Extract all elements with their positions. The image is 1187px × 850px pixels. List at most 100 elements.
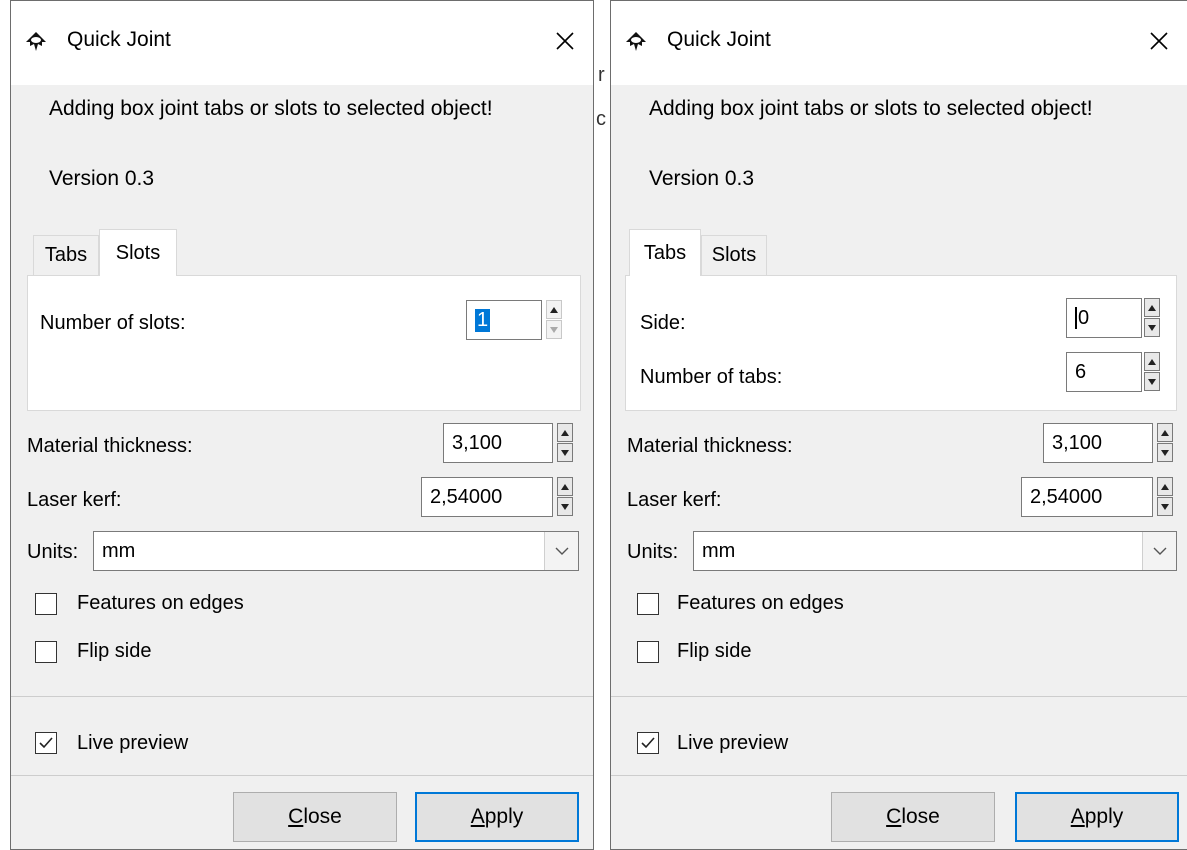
down-arrow-icon <box>1148 325 1156 331</box>
close-button[interactable]: Close <box>831 792 995 842</box>
units-select[interactable]: mm <box>93 531 579 571</box>
side-label: Side: <box>640 312 686 334</box>
close-window-icon[interactable] <box>545 19 585 63</box>
close-window-icon[interactable] <box>1139 19 1179 63</box>
separator <box>611 775 1187 776</box>
side-spinner[interactable] <box>1144 298 1160 338</box>
flip-side-label: Flip side <box>677 640 752 662</box>
down-arrow-icon <box>561 504 569 510</box>
apply-button[interactable]: Apply <box>415 792 579 842</box>
number-of-tabs-input[interactable]: 6 <box>1066 352 1142 392</box>
chevron-down-icon[interactable] <box>544 532 578 570</box>
spin-up-button[interactable] <box>546 300 562 319</box>
inkscape-icon <box>25 31 47 53</box>
spin-up-button[interactable] <box>1157 477 1173 496</box>
material-thickness-spinner[interactable] <box>1157 423 1173 463</box>
laser-kerf-spinner[interactable] <box>1157 477 1173 517</box>
material-thickness-input[interactable]: 3,100 <box>1043 423 1153 463</box>
down-arrow-icon <box>561 450 569 456</box>
apply-button[interactable]: Apply <box>1015 792 1179 842</box>
material-thickness-label: Material thickness: <box>27 435 193 457</box>
tab-label: Tabs <box>44 244 88 266</box>
description-text: Adding box joint tabs or slots to select… <box>49 97 493 120</box>
spin-down-button[interactable] <box>557 497 573 516</box>
version-text: Version 0.3 <box>649 167 755 190</box>
laser-kerf-input[interactable]: 2,54000 <box>1021 477 1153 517</box>
laser-kerf-spinner[interactable] <box>557 477 573 517</box>
spin-down-button[interactable] <box>557 443 573 462</box>
material-thickness-input[interactable]: 3,100 <box>443 423 553 463</box>
spin-down-button[interactable] <box>1144 318 1160 337</box>
flip-side-checkbox[interactable] <box>637 641 659 663</box>
separator <box>611 696 1187 697</box>
spin-down-button[interactable] <box>1157 497 1173 516</box>
flip-side-checkbox[interactable] <box>35 641 57 663</box>
spin-up-button[interactable] <box>1144 298 1160 317</box>
number-of-tabs-label: Number of tabs: <box>640 366 783 388</box>
inkscape-icon <box>625 31 647 53</box>
window-title: Quick Joint <box>667 28 771 51</box>
spin-up-button[interactable] <box>557 477 573 496</box>
down-arrow-icon <box>550 327 558 333</box>
text-cursor <box>1075 307 1077 329</box>
tab-slots[interactable]: Slots <box>701 235 767 275</box>
up-arrow-icon <box>1161 484 1169 490</box>
spin-up-button[interactable] <box>557 423 573 442</box>
tab-label: Tabs <box>643 241 687 264</box>
live-preview-label: Live preview <box>77 732 189 754</box>
spin-up-button[interactable] <box>1157 423 1173 442</box>
close-button[interactable]: Close <box>233 792 397 842</box>
description-text: Adding box joint tabs or slots to select… <box>649 97 1093 120</box>
chevron-down-icon[interactable] <box>1142 532 1176 570</box>
features-on-edges-checkbox[interactable] <box>637 593 659 615</box>
units-value: mm <box>702 539 736 562</box>
number-of-slots-input[interactable]: 1 <box>466 300 542 340</box>
units-select[interactable]: mm <box>693 531 1177 571</box>
up-arrow-icon <box>550 307 558 313</box>
features-on-edges-label: Features on edges <box>677 592 844 614</box>
field-value: 0 <box>1078 306 1090 329</box>
version-text: Version 0.3 <box>49 167 155 190</box>
features-on-edges-checkbox[interactable] <box>35 593 57 615</box>
background-fragment-c: c <box>596 108 606 130</box>
apply-button-label: pply <box>484 805 524 828</box>
checkmark-icon <box>39 737 53 749</box>
close-mnemonic: C <box>288 805 304 828</box>
tab-slots[interactable]: Slots <box>99 229 177 276</box>
live-preview-checkbox[interactable] <box>637 732 659 754</box>
spin-down-button[interactable] <box>1157 443 1173 462</box>
material-thickness-label: Material thickness: <box>627 435 793 457</box>
spin-down-button[interactable] <box>546 320 562 339</box>
live-preview-label: Live preview <box>677 732 789 754</box>
laser-kerf-label: Laser kerf: <box>27 489 122 511</box>
tab-label: Slots <box>115 241 161 264</box>
laser-kerf-input[interactable]: 2,54000 <box>421 477 553 517</box>
tab-label: Slots <box>711 244 757 266</box>
window-title: Quick Joint <box>67 28 171 51</box>
background-fragment-r: r <box>598 64 605 86</box>
spin-down-button[interactable] <box>1144 372 1160 391</box>
title-bar[interactable]: Quick Joint <box>611 1 1187 85</box>
tab-tabs[interactable]: Tabs <box>33 235 99 275</box>
number-of-slots-spinner[interactable] <box>546 300 562 340</box>
apply-mnemonic: A <box>470 805 485 828</box>
down-arrow-icon <box>1148 379 1156 385</box>
live-preview-checkbox[interactable] <box>35 732 57 754</box>
material-thickness-spinner[interactable] <box>557 423 573 463</box>
spin-up-button[interactable] <box>1144 352 1160 371</box>
close-button-label: lose <box>901 805 940 828</box>
apply-mnemonic: A <box>1070 805 1085 828</box>
side-input[interactable]: 0 <box>1066 298 1142 338</box>
close-button-label: lose <box>303 805 342 828</box>
title-bar[interactable]: Quick Joint <box>11 1 593 85</box>
checkmark-icon <box>641 737 655 749</box>
tab-tabs[interactable]: Tabs <box>629 229 701 276</box>
field-value: 2,54000 <box>430 485 503 508</box>
field-value: 3,100 <box>452 431 503 454</box>
units-label: Units: <box>627 541 679 563</box>
apply-button-label: pply <box>1084 805 1124 828</box>
quick-joint-dialog-slots: Quick Joint Adding box joint tabs or slo… <box>10 0 594 850</box>
up-arrow-icon <box>1148 359 1156 365</box>
number-of-tabs-spinner[interactable] <box>1144 352 1160 392</box>
laser-kerf-label: Laser kerf: <box>627 489 722 511</box>
